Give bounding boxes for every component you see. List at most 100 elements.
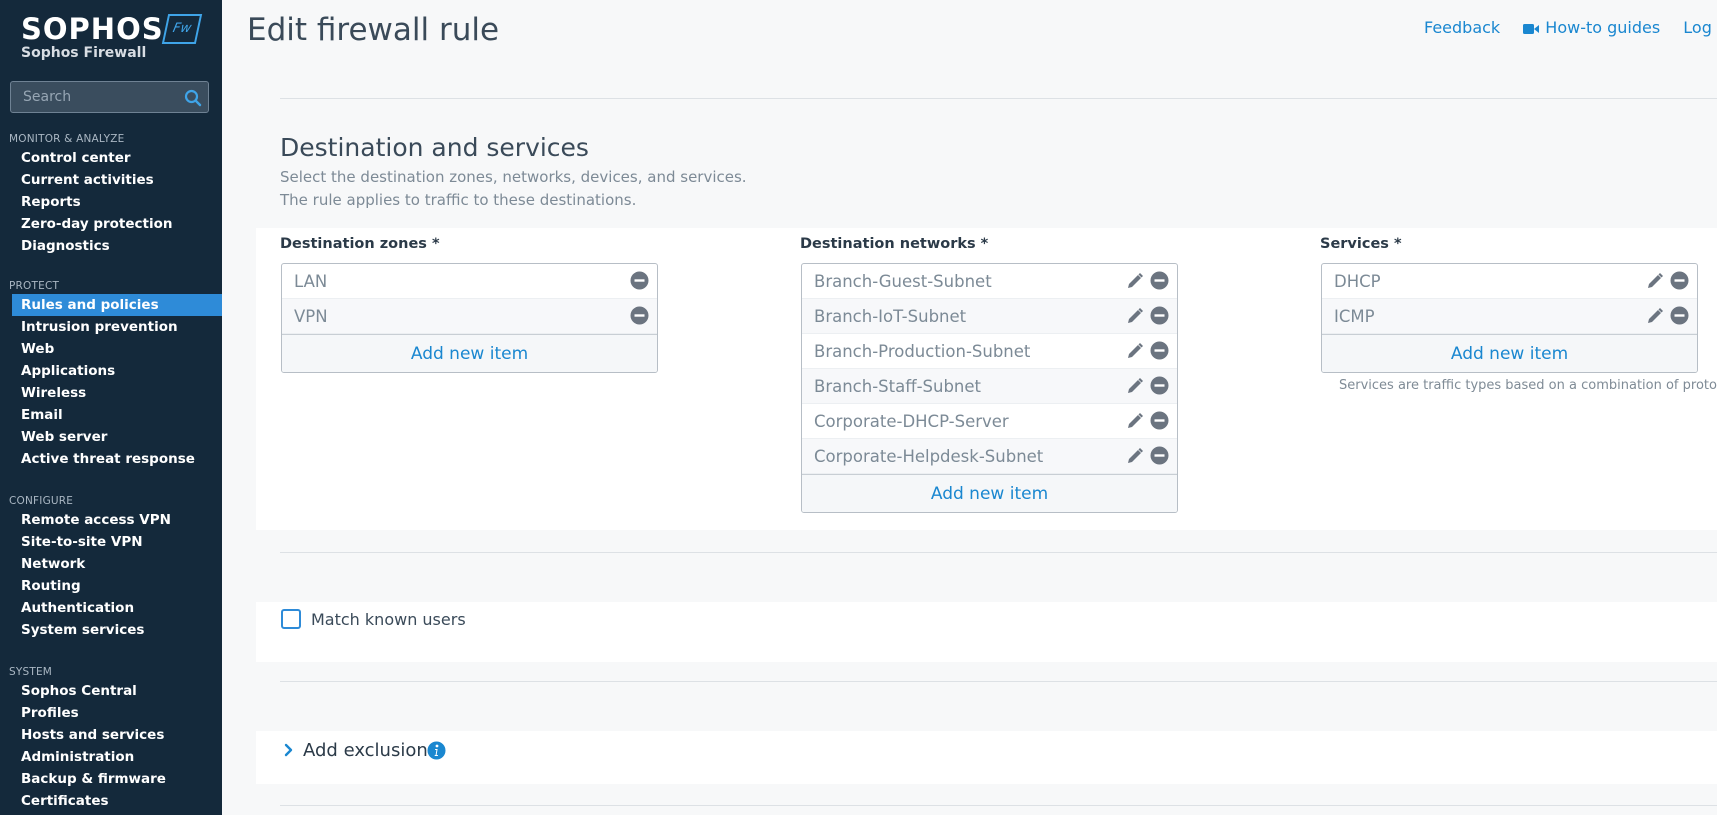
list-item-label: DHCP <box>1334 271 1381 291</box>
list-item-label: Corporate-Helpdesk-Subnet <box>814 446 1044 466</box>
pencil-icon[interactable] <box>1126 307 1144 325</box>
pencil-icon[interactable] <box>1646 272 1664 290</box>
list-item: Branch-Guest-Subnet <box>802 264 1177 299</box>
remove-icon[interactable] <box>1150 411 1169 430</box>
brand-name: SOPHOS <box>21 12 164 46</box>
divider <box>280 552 1717 553</box>
nav-item-control-center[interactable]: Control center <box>0 147 222 169</box>
nav-item-hosts-and-services[interactable]: Hosts and services <box>0 724 222 746</box>
list-item-label: Branch-IoT-Subnet <box>814 306 967 326</box>
nav-item-active-threat-response[interactable]: Active threat response <box>0 448 222 470</box>
nav-section: CONFIGURE Remote access VPN Site-to-site V… <box>0 493 222 641</box>
nav-item-backup-firmware[interactable]: Backup & firmware <box>0 768 222 790</box>
add-new-item-button[interactable]: Add new item <box>802 474 1177 512</box>
remove-icon[interactable] <box>1670 306 1689 325</box>
match-users-panel <box>256 602 1717 662</box>
row-actions <box>630 306 649 325</box>
list-item-label: Corporate-DHCP-Server <box>814 411 1009 431</box>
nav-item-zero-day-protection[interactable]: Zero-day protection <box>0 213 222 235</box>
list-item: Corporate-Helpdesk-Subnet <box>802 439 1177 474</box>
remove-icon[interactable] <box>1150 446 1169 465</box>
nav-item-current-activities[interactable]: Current activities <box>0 169 222 191</box>
nav-section: PROTECT Rules and policies Intrusion preve… <box>0 278 222 470</box>
nav-item-intrusion-prevention[interactable]: Intrusion prevention <box>0 316 222 338</box>
destination-zones-list: LAN VPN Add new item <box>281 263 658 373</box>
howto-link[interactable]: How-to guides <box>1523 18 1660 37</box>
nav-item-rules-and-policies[interactable]: Rules and policies <box>12 294 222 316</box>
nav-item-web-server[interactable]: Web server <box>0 426 222 448</box>
log-viewer-link[interactable]: Log vie <box>1683 18 1717 37</box>
divider <box>280 805 1717 806</box>
row-actions <box>1126 341 1169 360</box>
feedback-link[interactable]: Feedback <box>1424 18 1500 37</box>
destination-section-title: Destination and services <box>280 133 589 162</box>
list-item: DHCP <box>1322 264 1697 299</box>
brand-logo[interactable]: SOPHOS Sophos Firewall <box>21 13 164 61</box>
pencil-icon[interactable] <box>1126 377 1144 395</box>
nav-item-profiles[interactable]: Profiles <box>0 702 222 724</box>
brand-product: Sophos Firewall <box>21 45 147 61</box>
row-actions <box>1126 306 1169 325</box>
add-new-item-button[interactable]: Add new item <box>1322 334 1697 372</box>
match-known-users-label: Match known users <box>311 610 466 629</box>
nav-section-heading: PROTECT <box>9 280 60 292</box>
pencil-icon[interactable] <box>1646 307 1664 325</box>
nav-item-wireless[interactable]: Wireless <box>0 382 222 404</box>
remove-icon[interactable] <box>630 271 649 290</box>
nav-item-reports[interactable]: Reports <box>0 191 222 213</box>
list-item: Branch-IoT-Subnet <box>802 299 1177 334</box>
sidebar: SOPHOS Sophos Firewall Fw MONITOR & ANAL… <box>0 0 222 815</box>
list-item: ICMP <box>1322 299 1697 334</box>
divider <box>280 98 1717 99</box>
remove-icon[interactable] <box>1150 271 1169 290</box>
destination-networks-label: Destination networks * <box>800 236 989 252</box>
nav-section: SYSTEM Sophos Central Profiles Hosts and se… <box>0 664 222 812</box>
remove-icon[interactable] <box>1150 376 1169 395</box>
search-box <box>10 81 209 113</box>
chevron-right-icon[interactable] <box>283 740 295 760</box>
nav-item-applications[interactable]: Applications <box>0 360 222 382</box>
nav-section-heading: CONFIGURE <box>9 495 74 507</box>
pencil-icon[interactable] <box>1126 412 1144 430</box>
destination-zones-label: Destination zones * <box>280 236 440 252</box>
nav-item-email[interactable]: Email <box>0 404 222 426</box>
remove-icon[interactable] <box>630 306 649 325</box>
remove-icon[interactable] <box>1150 306 1169 325</box>
nav-item-remote-access-vpn[interactable]: Remote access VPN <box>0 509 222 531</box>
add-exclusion-toggle[interactable]: Add exclusion <box>303 740 428 761</box>
nav-item-administration[interactable]: Administration <box>0 746 222 768</box>
search-input[interactable] <box>11 82 176 112</box>
nav-item-web[interactable]: Web <box>0 338 222 360</box>
nav-item-site-to-site-vpn[interactable]: Site-to-site VPN <box>0 531 222 553</box>
list-item-label: VPN <box>294 306 328 326</box>
exclusion-panel <box>256 731 1717 784</box>
remove-icon[interactable] <box>1150 341 1169 360</box>
add-new-item-button[interactable]: Add new item <box>282 334 657 372</box>
match-known-users-checkbox[interactable] <box>281 609 301 629</box>
page-header: Edit firewall rule Feedback How-to guide… <box>222 0 1717 72</box>
row-actions <box>1126 376 1169 395</box>
list-item: Branch-Staff-Subnet <box>802 369 1177 404</box>
services-note: Services are traffic types based on a co… <box>1339 378 1717 393</box>
list-item-label: ICMP <box>1334 306 1375 326</box>
list-item: Corporate-DHCP-Server <box>802 404 1177 439</box>
pencil-icon[interactable] <box>1126 342 1144 360</box>
list-item: LAN <box>282 264 657 299</box>
nav-item-system-services[interactable]: System services <box>0 619 222 641</box>
pencil-icon[interactable] <box>1126 272 1144 290</box>
page-title: Edit firewall rule <box>247 12 500 48</box>
nav-item-routing[interactable]: Routing <box>0 575 222 597</box>
services-list: DHCP ICMP Add new item <box>1321 263 1698 373</box>
nav-item-authentication[interactable]: Authentication <box>0 597 222 619</box>
row-actions <box>1646 306 1689 325</box>
info-icon[interactable] <box>427 741 446 760</box>
nav-item-network[interactable]: Network <box>0 553 222 575</box>
nav-item-certificates[interactable]: Certificates <box>0 790 222 812</box>
nav-section-heading: MONITOR & ANALYZE <box>9 133 125 145</box>
search-icon[interactable] <box>184 89 202 107</box>
pencil-icon[interactable] <box>1126 447 1144 465</box>
list-item-label: Branch-Production-Subnet <box>814 341 1031 361</box>
nav-item-sophos-central[interactable]: Sophos Central <box>0 680 222 702</box>
nav-item-diagnostics[interactable]: Diagnostics <box>0 235 222 257</box>
remove-icon[interactable] <box>1670 271 1689 290</box>
